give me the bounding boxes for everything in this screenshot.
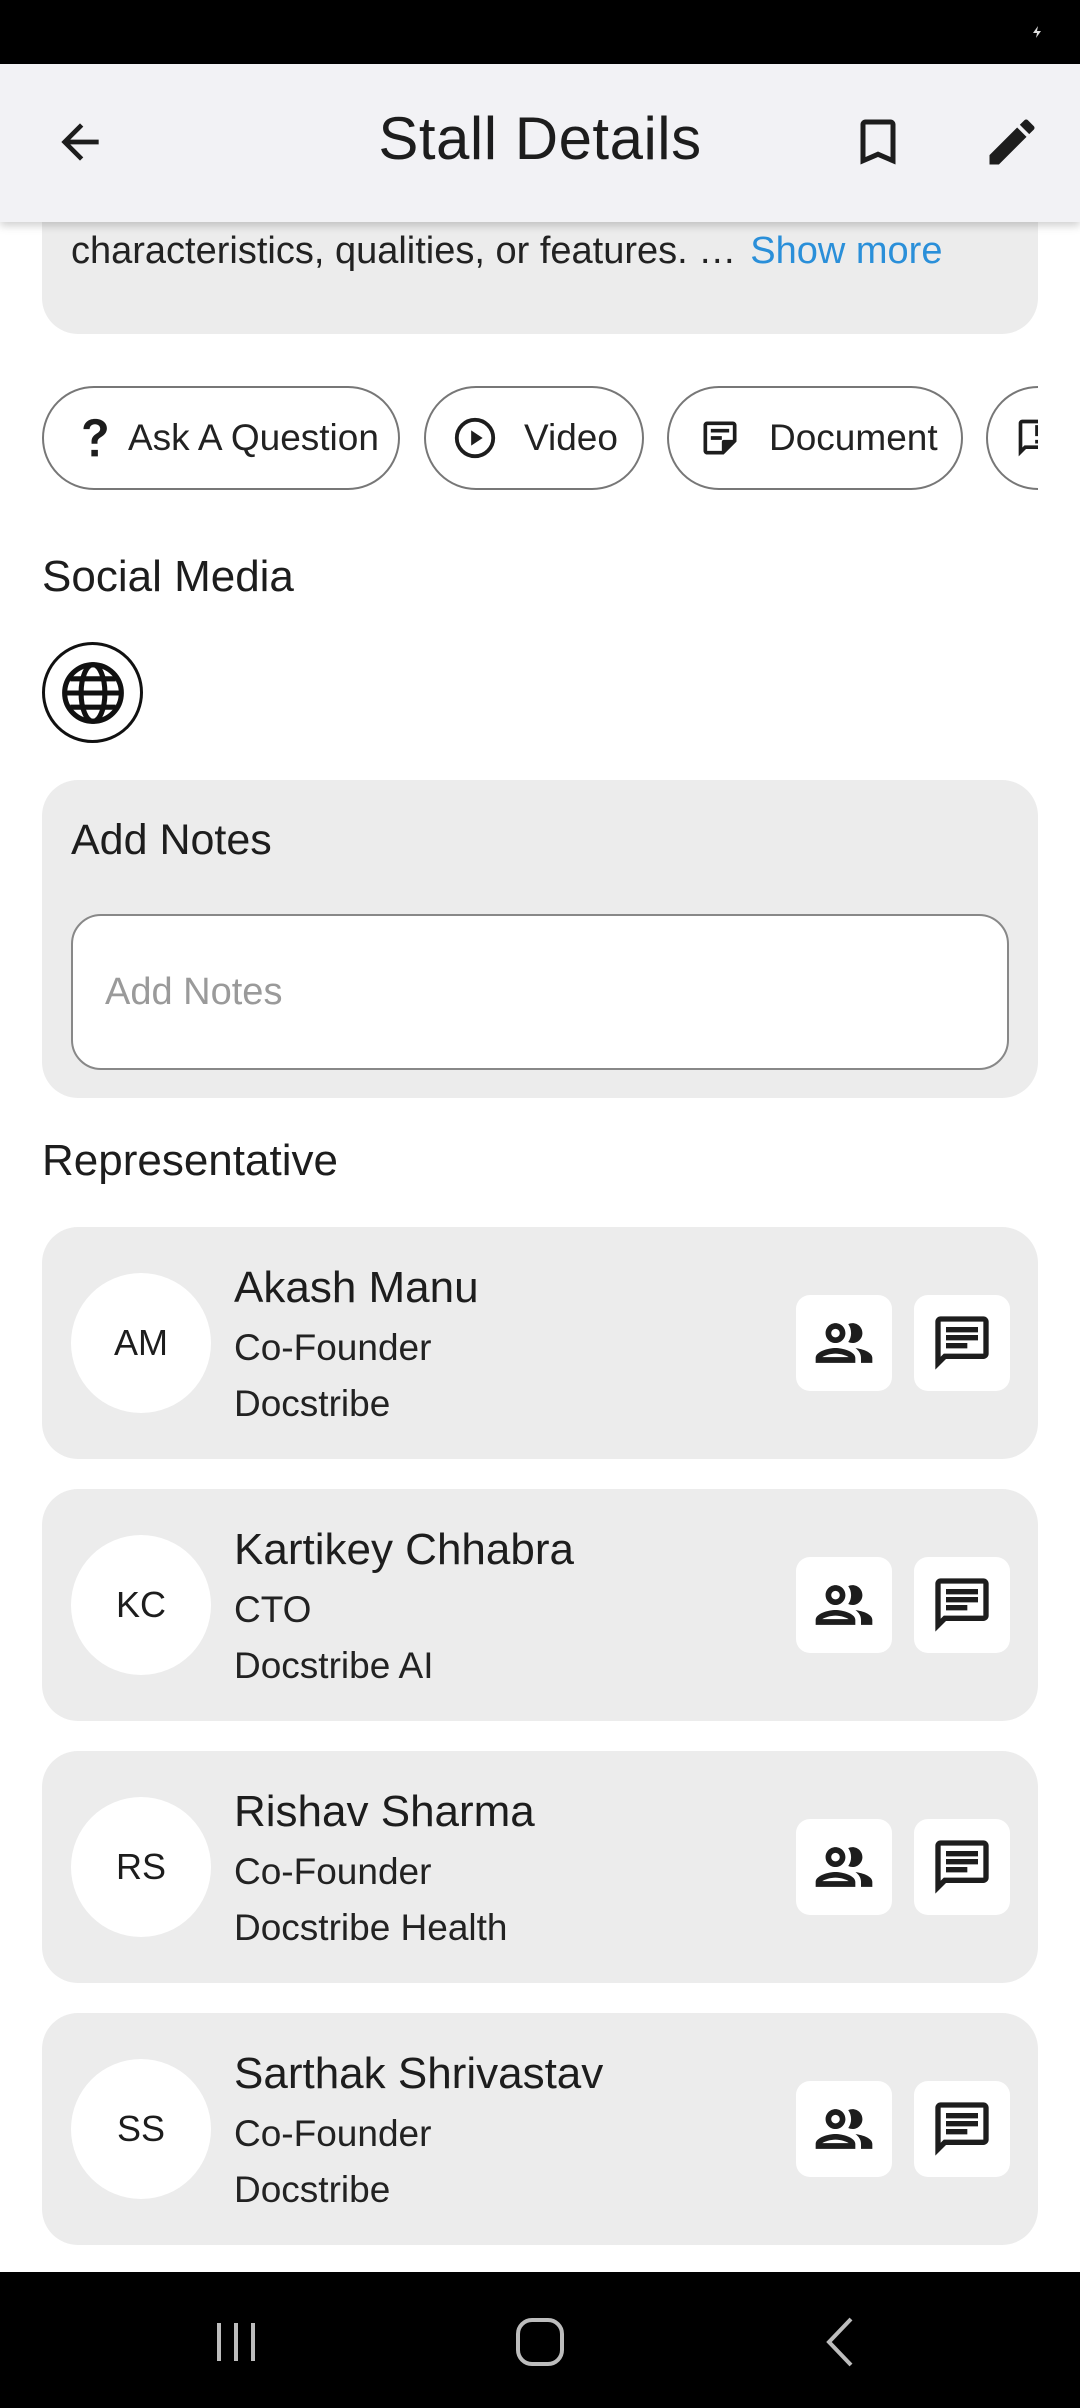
representative-card: RS Rishav Sharma Co-Founder Docstribe He…	[42, 1751, 1038, 1983]
globe-icon	[61, 661, 124, 724]
charging-bolt-icon	[1033, 26, 1041, 38]
representative-org: Docstribe	[234, 1383, 391, 1424]
people-icon	[815, 1847, 873, 1887]
ask-question-label: Ask A Question	[128, 417, 379, 458]
ask-question-chip[interactable]: Ask A Question	[42, 386, 400, 490]
chat-icon	[935, 1840, 989, 1894]
representative-name: Akash Manu	[234, 1263, 479, 1312]
website-button[interactable]	[42, 642, 143, 743]
avatar: SS	[71, 2059, 211, 2199]
home-icon	[516, 2318, 564, 2366]
representative-card: AM Akash Manu Co-Founder Docstribe	[42, 1227, 1038, 1459]
social-media-heading: Social Media	[42, 552, 294, 601]
bookmark-button[interactable]	[842, 106, 914, 178]
connect-button[interactable]	[796, 1557, 892, 1653]
representative-name: Sarthak Shrivastav	[234, 2049, 604, 2098]
show-more-link[interactable]: Show more	[750, 230, 942, 272]
notes-card: Add Notes	[42, 780, 1038, 1098]
video-label: Video	[524, 417, 618, 458]
representative-role: CTO	[234, 1589, 312, 1630]
play-circle-icon	[452, 415, 498, 461]
status-bar	[0, 0, 1080, 64]
avatar: AM	[71, 1273, 211, 1413]
recent-apps-button[interactable]	[196, 2302, 276, 2382]
avatar: RS	[71, 1797, 211, 1937]
people-icon	[815, 2109, 873, 2149]
system-navigation-bar	[0, 2272, 1080, 2408]
connect-button[interactable]	[796, 1819, 892, 1915]
chat-button[interactable]	[914, 1295, 1010, 1391]
feedback-icon	[1014, 415, 1038, 461]
back-chevron-icon	[826, 2317, 853, 2367]
chat-button[interactable]	[914, 2081, 1010, 2177]
app-bar: Stall Details	[0, 64, 1080, 222]
document-icon	[697, 415, 743, 461]
avatar: KC	[71, 1535, 211, 1675]
chat-icon	[935, 1578, 989, 1632]
notes-heading: Add Notes	[71, 816, 272, 864]
chat-button[interactable]	[914, 1819, 1010, 1915]
representative-org: Docstribe	[234, 2169, 391, 2210]
description-snippet: characteristics, qualities, or features.…	[71, 230, 737, 272]
question-icon	[72, 415, 118, 461]
representative-role: Co-Founder	[234, 2113, 432, 2154]
edit-button[interactable]	[976, 106, 1048, 178]
home-button[interactable]	[500, 2302, 580, 2382]
pencil-icon	[989, 119, 1035, 165]
video-chip[interactable]: Video	[424, 386, 644, 490]
representative-card: SS Sarthak Shrivastav Co-Founder Docstri…	[42, 2013, 1038, 2245]
connect-button[interactable]	[796, 1295, 892, 1391]
people-icon	[815, 1585, 873, 1625]
people-icon	[815, 1323, 873, 1363]
representative-name: Kartikey Chhabra	[234, 1525, 574, 1574]
recent-apps-icon	[217, 2323, 255, 2361]
representative-role: Co-Founder	[234, 1327, 432, 1368]
representative-card: KC Kartikey Chhabra CTO Docstribe AI	[42, 1489, 1038, 1721]
description-text: characteristics, qualities, or features.…	[71, 230, 942, 273]
back-nav-button[interactable]	[802, 2302, 882, 2382]
representative-role: Co-Founder	[234, 1851, 432, 1892]
notes-input[interactable]	[71, 914, 1009, 1070]
feedback-chip[interactable]	[986, 386, 1038, 490]
representative-org: Docstribe AI	[234, 1645, 434, 1686]
bookmark-icon	[860, 119, 896, 165]
action-chips-row[interactable]: Ask A Question Video Document	[42, 386, 1038, 492]
document-label: Document	[769, 417, 938, 458]
chat-icon	[935, 1316, 989, 1370]
representative-org: Docstribe Health	[234, 1907, 508, 1948]
representative-heading: Representative	[42, 1136, 338, 1185]
chat-button[interactable]	[914, 1557, 1010, 1653]
representative-name: Rishav Sharma	[234, 1787, 535, 1836]
connect-button[interactable]	[796, 2081, 892, 2177]
document-chip[interactable]: Document	[667, 386, 963, 490]
page-title: Stall Details	[378, 105, 702, 172]
chat-icon	[935, 2102, 989, 2156]
